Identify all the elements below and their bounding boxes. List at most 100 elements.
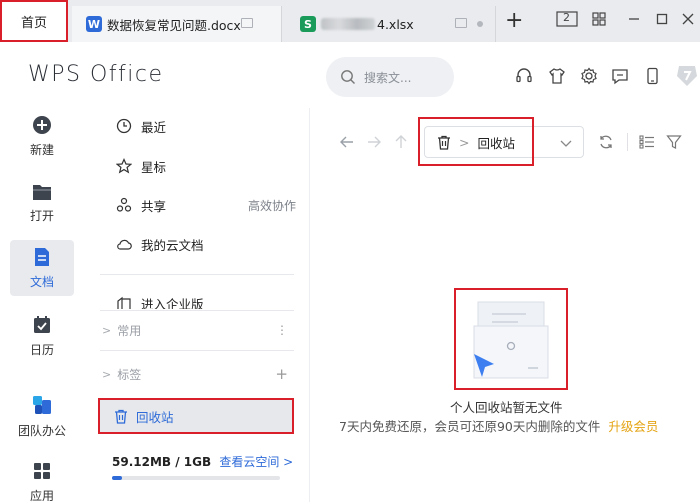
blurred-filename: [321, 18, 375, 30]
view-cloud-space-link[interactable]: 查看云空间 >: [219, 455, 293, 469]
wps-logo: WPS Office: [28, 62, 164, 87]
sidebar-item-shared[interactable]: 共享 高效协作: [116, 195, 296, 215]
tab-docx[interactable]: W 数据恢复常见问题.docx: [72, 6, 282, 42]
nav-apps[interactable]: 应用: [10, 454, 74, 502]
tab-home-label: 首页: [20, 15, 47, 31]
sidebar-item-cloud[interactable]: 我的云文档: [116, 234, 296, 254]
nav-new[interactable]: 新建: [10, 108, 74, 164]
group-label: 标签: [117, 367, 142, 382]
enterprise-icon: [117, 296, 131, 309]
maximize-icon: [656, 13, 668, 25]
sidebar-item-label: 共享: [141, 198, 167, 214]
nav-calendar[interactable]: 日历: [10, 308, 74, 364]
word-icon: W: [86, 16, 102, 32]
storage-bar-fill: [112, 476, 123, 480]
group-label: 常用: [117, 323, 142, 338]
monitor-icon[interactable]: [455, 18, 467, 28]
nav-documents-label: 文档: [29, 274, 54, 289]
sidebar: 最近 星标 共享 高效协作 我的云文档 进入企业版 > 常用 ⋮ > 标签 + …: [98, 108, 310, 502]
upgrade-membership-link[interactable]: 升级会员: [608, 419, 658, 434]
monitor-icon[interactable]: [241, 18, 253, 28]
group-tags[interactable]: > 标签 +: [102, 364, 292, 384]
calendar-icon: [34, 315, 50, 333]
illustration-highlight: [454, 288, 568, 390]
storage-bar: [112, 476, 280, 480]
refresh-icon[interactable]: [598, 134, 614, 150]
sidebar-item-label: 星标: [141, 159, 167, 175]
document-icon: [35, 247, 49, 266]
more-vertical-icon[interactable]: ⋮: [276, 323, 288, 337]
forward-arrow-icon[interactable]: [366, 134, 382, 150]
unsaved-dot-icon: [477, 21, 483, 27]
grid-icon: [592, 12, 606, 26]
page-indicator-number: 2: [563, 11, 570, 24]
mobile-icon[interactable]: [643, 67, 661, 85]
tshirt-skin-icon[interactable]: [548, 67, 566, 85]
chevron-down-icon[interactable]: [559, 136, 573, 150]
folder-icon: [33, 184, 51, 200]
nav-open[interactable]: 打开: [10, 175, 74, 231]
tab-xlsx-label: 4.xlsx: [377, 16, 414, 32]
storage-usage: 59.12MB / 1GB: [112, 455, 212, 469]
cloud-icon: [117, 239, 132, 250]
sidebar-item-recent[interactable]: 最近: [116, 116, 296, 136]
divider: [627, 133, 628, 151]
chevron-right-icon: >: [102, 367, 112, 381]
left-nav: 新建 打开 文档 日历 团队办公 应用: [0, 108, 82, 502]
tab-xlsx[interactable]: S 4.xlsx: [286, 6, 496, 42]
new-tab-button[interactable]: +: [505, 10, 523, 32]
nav-documents[interactable]: 文档: [10, 240, 74, 296]
divider: [100, 274, 294, 275]
group-common[interactable]: > 常用 ⋮: [102, 320, 292, 340]
close-icon: [682, 13, 694, 25]
spreadsheet-icon: S: [300, 16, 316, 32]
breadcrumb-highlight: [418, 117, 534, 166]
maximize-button[interactable]: [654, 9, 670, 29]
search-icon: [341, 70, 355, 84]
search-input[interactable]: 搜索文...: [326, 57, 454, 97]
team-icon: [33, 395, 51, 414]
grid-view-button[interactable]: [590, 9, 608, 29]
share-icon: [116, 197, 132, 212]
settings-gear-icon[interactable]: [580, 67, 598, 85]
up-arrow-icon[interactable]: [393, 134, 409, 150]
minimize-button[interactable]: [626, 9, 642, 29]
nav-open-label: 打开: [29, 208, 54, 223]
sidebar-item-label: 我的云文档: [141, 237, 204, 253]
filter-icon[interactable]: [666, 134, 682, 150]
tab-bar: 首页 W 数据恢复常见问题.docx S 4.xlsx + 2: [0, 0, 700, 42]
empty-state-subtitle: 7天内免费还原，会员可还原90天内删除的文件 升级会员: [339, 416, 658, 435]
nav-new-label: 新建: [29, 142, 54, 157]
chevron-right-icon: >: [102, 323, 112, 337]
divider: [100, 350, 294, 351]
recycle-label: 回收站: [136, 409, 174, 425]
add-tag-icon[interactable]: +: [275, 365, 288, 383]
nav-team-label: 团队办公: [17, 423, 66, 438]
sidebar-item-starred[interactable]: 星标: [116, 156, 296, 176]
message-icon[interactable]: [611, 67, 629, 85]
storage-info: 59.12MB / 1GB 查看云空间 >: [112, 453, 293, 470]
plus-circle-icon: [33, 115, 51, 134]
user-avatar-icon[interactable]: [675, 64, 699, 88]
nav-calendar-label: 日历: [29, 342, 54, 357]
tab-home[interactable]: 首页: [0, 0, 68, 42]
divider: [100, 310, 294, 311]
headset-icon[interactable]: [515, 67, 533, 85]
sidebar-item-label: 最近: [141, 119, 167, 135]
list-view-icon[interactable]: [639, 134, 655, 150]
close-button[interactable]: [680, 9, 696, 29]
apps-grid-icon: [34, 462, 50, 479]
sidebar-item-label: 进入企业版: [141, 297, 204, 309]
minimize-icon: [629, 18, 639, 20]
nav-apps-label: 应用: [29, 488, 54, 502]
sidebar-item-enterprise[interactable]: 进入企业版: [116, 295, 296, 309]
sidebar-item-recycle-bin[interactable]: 回收站: [98, 398, 294, 434]
tab-docx-label: 数据恢复常见问题.docx: [107, 17, 241, 33]
nav-team[interactable]: 团队办公: [7, 388, 77, 444]
empty-state-description: 7天内免费还原，会员可还原90天内删除的文件: [339, 419, 601, 434]
back-arrow-icon[interactable]: [339, 134, 355, 150]
collaboration-label[interactable]: 高效协作: [248, 197, 296, 214]
page-indicator-button[interactable]: 2: [556, 9, 578, 29]
star-icon: [116, 158, 132, 174]
trash-icon: [115, 409, 127, 424]
